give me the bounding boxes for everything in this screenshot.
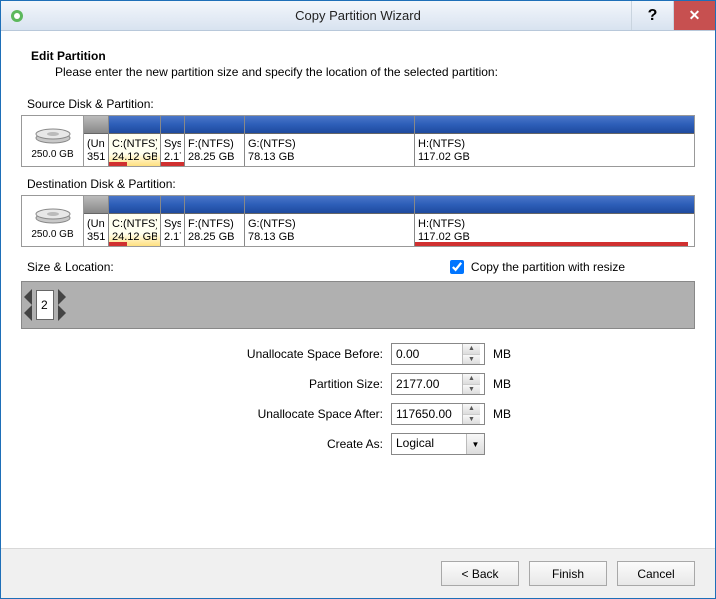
source-partition[interactable]: (Unalloc351 xyxy=(84,116,109,166)
source-label: Source Disk & Partition: xyxy=(27,97,695,111)
slider-segment[interactable]: 2 xyxy=(36,290,54,320)
spin-up-icon[interactable]: ▲ xyxy=(463,404,480,415)
titlebar: Copy Partition Wizard ? ✕ xyxy=(1,1,715,31)
unalloc-after-spinner[interactable]: ▲▼ xyxy=(391,403,485,425)
size-slider[interactable]: 2 xyxy=(21,281,695,329)
chevron-down-icon[interactable]: ▼ xyxy=(466,434,484,454)
unalloc-after-label: Unallocate Space After: xyxy=(21,407,391,421)
dest-label: Destination Disk & Partition: xyxy=(27,177,695,191)
partition-size-label: Partition Size: xyxy=(21,377,391,391)
app-icon xyxy=(9,8,25,24)
spin-up-icon[interactable]: ▲ xyxy=(463,374,480,385)
page-subtext: Please enter the new partition size and … xyxy=(55,65,695,79)
dest-disk-row: 250.0 GB (Unalloc351C:(NTFS)24.12 GBSyst… xyxy=(21,195,695,247)
spin-up-icon[interactable]: ▲ xyxy=(463,344,480,355)
help-button[interactable]: ? xyxy=(631,1,673,30)
dest-partition[interactable]: H:(NTFS)117.02 GB xyxy=(415,196,694,246)
dest-partition[interactable]: C:(NTFS)24.12 GB xyxy=(109,196,161,246)
dest-partition[interactable]: G:(NTFS)78.13 GB xyxy=(245,196,415,246)
content-area: Edit Partition Please enter the new part… xyxy=(1,31,715,548)
dest-partition[interactable]: System2.17 xyxy=(161,196,185,246)
spin-down-icon[interactable]: ▼ xyxy=(463,355,480,365)
unalloc-before-label: Unallocate Space Before: xyxy=(21,347,391,361)
cancel-button[interactable]: Cancel xyxy=(617,561,695,586)
window-title: Copy Partition Wizard xyxy=(1,8,715,23)
disk-icon xyxy=(33,122,73,149)
source-disk-icon-cell: 250.0 GB xyxy=(22,116,84,166)
dest-disk-icon-cell: 250.0 GB xyxy=(22,196,84,246)
dest-partition[interactable]: (Unalloc351 xyxy=(84,196,109,246)
size-location-label: Size & Location: xyxy=(27,260,446,274)
spin-down-icon[interactable]: ▼ xyxy=(463,415,480,425)
back-button[interactable]: < Back xyxy=(441,561,519,586)
slider-handle-left[interactable] xyxy=(24,282,34,328)
disk-icon xyxy=(33,202,73,229)
spin-down-icon[interactable]: ▼ xyxy=(463,385,480,395)
source-partition[interactable]: C:(NTFS)24.12 GB xyxy=(109,116,161,166)
page-heading: Edit Partition xyxy=(31,49,695,63)
create-as-value: Logical xyxy=(392,434,466,454)
finish-button[interactable]: Finish xyxy=(529,561,607,586)
dest-partition[interactable]: F:(NTFS)28.25 GB xyxy=(185,196,245,246)
source-disk-row: 250.0 GB (Unalloc351C:(NTFS)24.12 GBSyst… xyxy=(21,115,695,167)
unalloc-before-input[interactable] xyxy=(392,344,462,364)
close-button[interactable]: ✕ xyxy=(673,1,715,30)
copy-with-resize-checkbox[interactable]: Copy the partition with resize xyxy=(446,257,625,277)
dest-disk-size: 250.0 GB xyxy=(31,229,73,240)
footer: < Back Finish Cancel xyxy=(1,548,715,598)
partition-size-input[interactable] xyxy=(392,374,462,394)
source-partition[interactable]: G:(NTFS)78.13 GB xyxy=(245,116,415,166)
create-as-label: Create As: xyxy=(21,437,391,451)
unit-label: MB xyxy=(493,377,511,391)
unit-label: MB xyxy=(493,347,511,361)
source-partition[interactable]: System2.17 xyxy=(161,116,185,166)
unalloc-after-input[interactable] xyxy=(392,404,462,424)
copy-with-resize-label: Copy the partition with resize xyxy=(471,260,625,274)
source-partition[interactable]: H:(NTFS)117.02 GB xyxy=(415,116,694,166)
create-as-combo[interactable]: Logical ▼ xyxy=(391,433,485,455)
unit-label: MB xyxy=(493,407,511,421)
source-disk-size: 250.0 GB xyxy=(31,149,73,160)
unalloc-before-spinner[interactable]: ▲▼ xyxy=(391,343,485,365)
copy-with-resize-input[interactable] xyxy=(450,260,464,274)
slider-handle-right[interactable] xyxy=(56,282,66,328)
partition-size-spinner[interactable]: ▲▼ xyxy=(391,373,485,395)
source-partition[interactable]: F:(NTFS)28.25 GB xyxy=(185,116,245,166)
